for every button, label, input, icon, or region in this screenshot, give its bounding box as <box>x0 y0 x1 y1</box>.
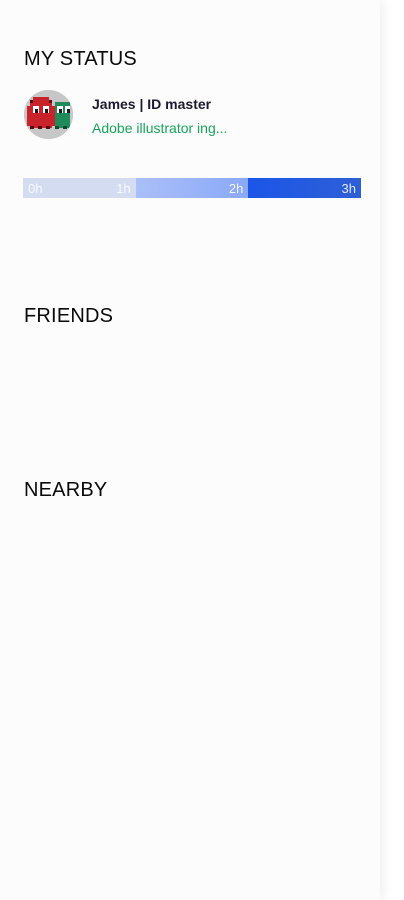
avatar-icon[interactable] <box>24 90 73 139</box>
friends-heading: FRIENDS <box>24 305 114 327</box>
time-segment-1-2: 2h <box>135 178 249 198</box>
time-segment-2-3: 3h <box>248 178 362 198</box>
side-panel: MY STATUS James | ID master Adobe illust… <box>0 0 380 900</box>
time-label-1h: 1h <box>116 181 131 196</box>
time-label-0h: 0h <box>28 181 43 196</box>
my-status-heading: MY STATUS <box>24 48 137 70</box>
time-label-3h: 3h <box>341 181 357 196</box>
time-label-2h: 2h <box>228 181 244 196</box>
time-segment-0-1: 0h 1h <box>23 178 136 198</box>
nearby-heading: NEARBY <box>24 479 108 501</box>
my-status-card[interactable]: James | ID master Adobe illustrator ing.… <box>24 90 364 140</box>
status-activity-text: Adobe illustrator ing... <box>92 120 228 136</box>
time-progress-bar: 0h 1h 2h 3h <box>23 178 362 198</box>
status-user-name: James | ID master <box>92 96 212 112</box>
